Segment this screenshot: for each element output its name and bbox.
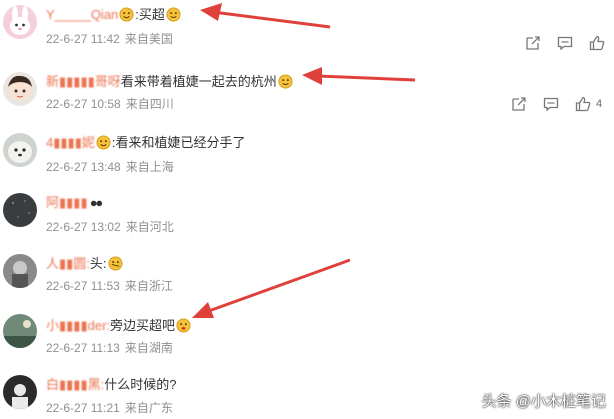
avatar[interactable] bbox=[3, 375, 37, 409]
avatar[interactable] bbox=[3, 314, 37, 348]
comment-time: 22-6-27 11:53 bbox=[46, 279, 120, 293]
comment-time: 22-6-27 11:42 bbox=[46, 32, 120, 46]
share-button[interactable] bbox=[510, 95, 528, 113]
avatar[interactable] bbox=[3, 254, 37, 288]
comment-text: 看来带着植婕一起去的杭州 bbox=[120, 74, 277, 89]
comment-time: 22-6-27 10:58 bbox=[46, 97, 121, 111]
avatar[interactable] bbox=[3, 72, 37, 106]
comment-item: 新▮▮▮▮▮哥呀看来带着植婕一起去的杭州 22-6-27 10:58 来自四川 4 bbox=[0, 67, 614, 127]
emoji-icon bbox=[166, 7, 181, 22]
comment-time: 22-6-27 13:48 bbox=[46, 160, 121, 174]
avatar[interactable] bbox=[3, 5, 37, 39]
comment-text: :看来和植婕已经分手了 bbox=[111, 135, 246, 150]
like-button[interactable] bbox=[574, 95, 592, 113]
avatar[interactable] bbox=[3, 193, 37, 227]
comment-item: 小▮▮▮▮der:旁边买超吧 22-6-27 11:13 来自湖南 bbox=[0, 309, 614, 369]
comment-item: 人▮▮圆:头: 22-6-27 11:53 来自浙江 bbox=[0, 249, 614, 309]
like-button[interactable] bbox=[588, 34, 606, 52]
share-button[interactable] bbox=[524, 34, 542, 52]
comment-time: 22-6-27 13:02 bbox=[46, 220, 121, 234]
username[interactable]: 新▮▮▮▮▮哥呀 bbox=[46, 74, 121, 89]
emoji-icon bbox=[278, 74, 293, 89]
comment-source: 来自河北 bbox=[125, 220, 174, 234]
comment-item: 阿▮▮▮▮ 22-6-27 13:02 来自河北 bbox=[0, 188, 614, 248]
comment-source: 来自广东 bbox=[124, 401, 173, 415]
like-count: 4 bbox=[596, 98, 603, 110]
username[interactable]: 阿▮▮▮▮ bbox=[46, 195, 88, 210]
emoji-icon bbox=[96, 135, 111, 150]
comment-source: 来自美国 bbox=[124, 32, 173, 46]
comment-text: 什么时候的? bbox=[104, 377, 177, 392]
emoji-icon bbox=[108, 256, 123, 271]
comment-button[interactable] bbox=[542, 95, 560, 113]
comment-text: :买超 bbox=[135, 7, 165, 22]
comment-button[interactable] bbox=[556, 34, 574, 52]
avatar[interactable] bbox=[3, 133, 37, 167]
username[interactable]: 人▮▮圆: bbox=[46, 256, 90, 271]
username[interactable]: 小▮▮▮▮der: bbox=[46, 318, 110, 333]
comment-source: 来自湖南 bbox=[124, 341, 173, 355]
comment-item: 4▮▮▮▮妮 :看来和植婕已经分手了 22-6-27 13:48 来自上海 bbox=[0, 128, 614, 188]
comment-item: Y_____Qian :买超 22-6-27 11:42 来自美国 bbox=[0, 0, 614, 60]
comment-source: 来自上海 bbox=[125, 160, 174, 174]
comment-time: 22-6-27 11:13 bbox=[46, 341, 120, 355]
comment-time: 22-6-27 11:21 bbox=[46, 401, 120, 415]
emoji-icon bbox=[119, 7, 134, 22]
comment-source: 来自四川 bbox=[125, 97, 174, 111]
emoji-icon bbox=[89, 195, 104, 210]
watermark: 头条 @小木桩笔记 bbox=[481, 393, 606, 410]
username[interactable]: Y_____Qian bbox=[46, 7, 118, 22]
emoji-icon bbox=[176, 318, 191, 333]
username[interactable]: 4▮▮▮▮妮 bbox=[46, 135, 95, 150]
comment-text: 头: bbox=[89, 256, 107, 271]
username[interactable]: 白▮▮▮▮黑: bbox=[46, 377, 104, 392]
comment-source: 来自浙江 bbox=[124, 279, 173, 293]
comment-text: 旁边买超吧 bbox=[110, 318, 176, 333]
